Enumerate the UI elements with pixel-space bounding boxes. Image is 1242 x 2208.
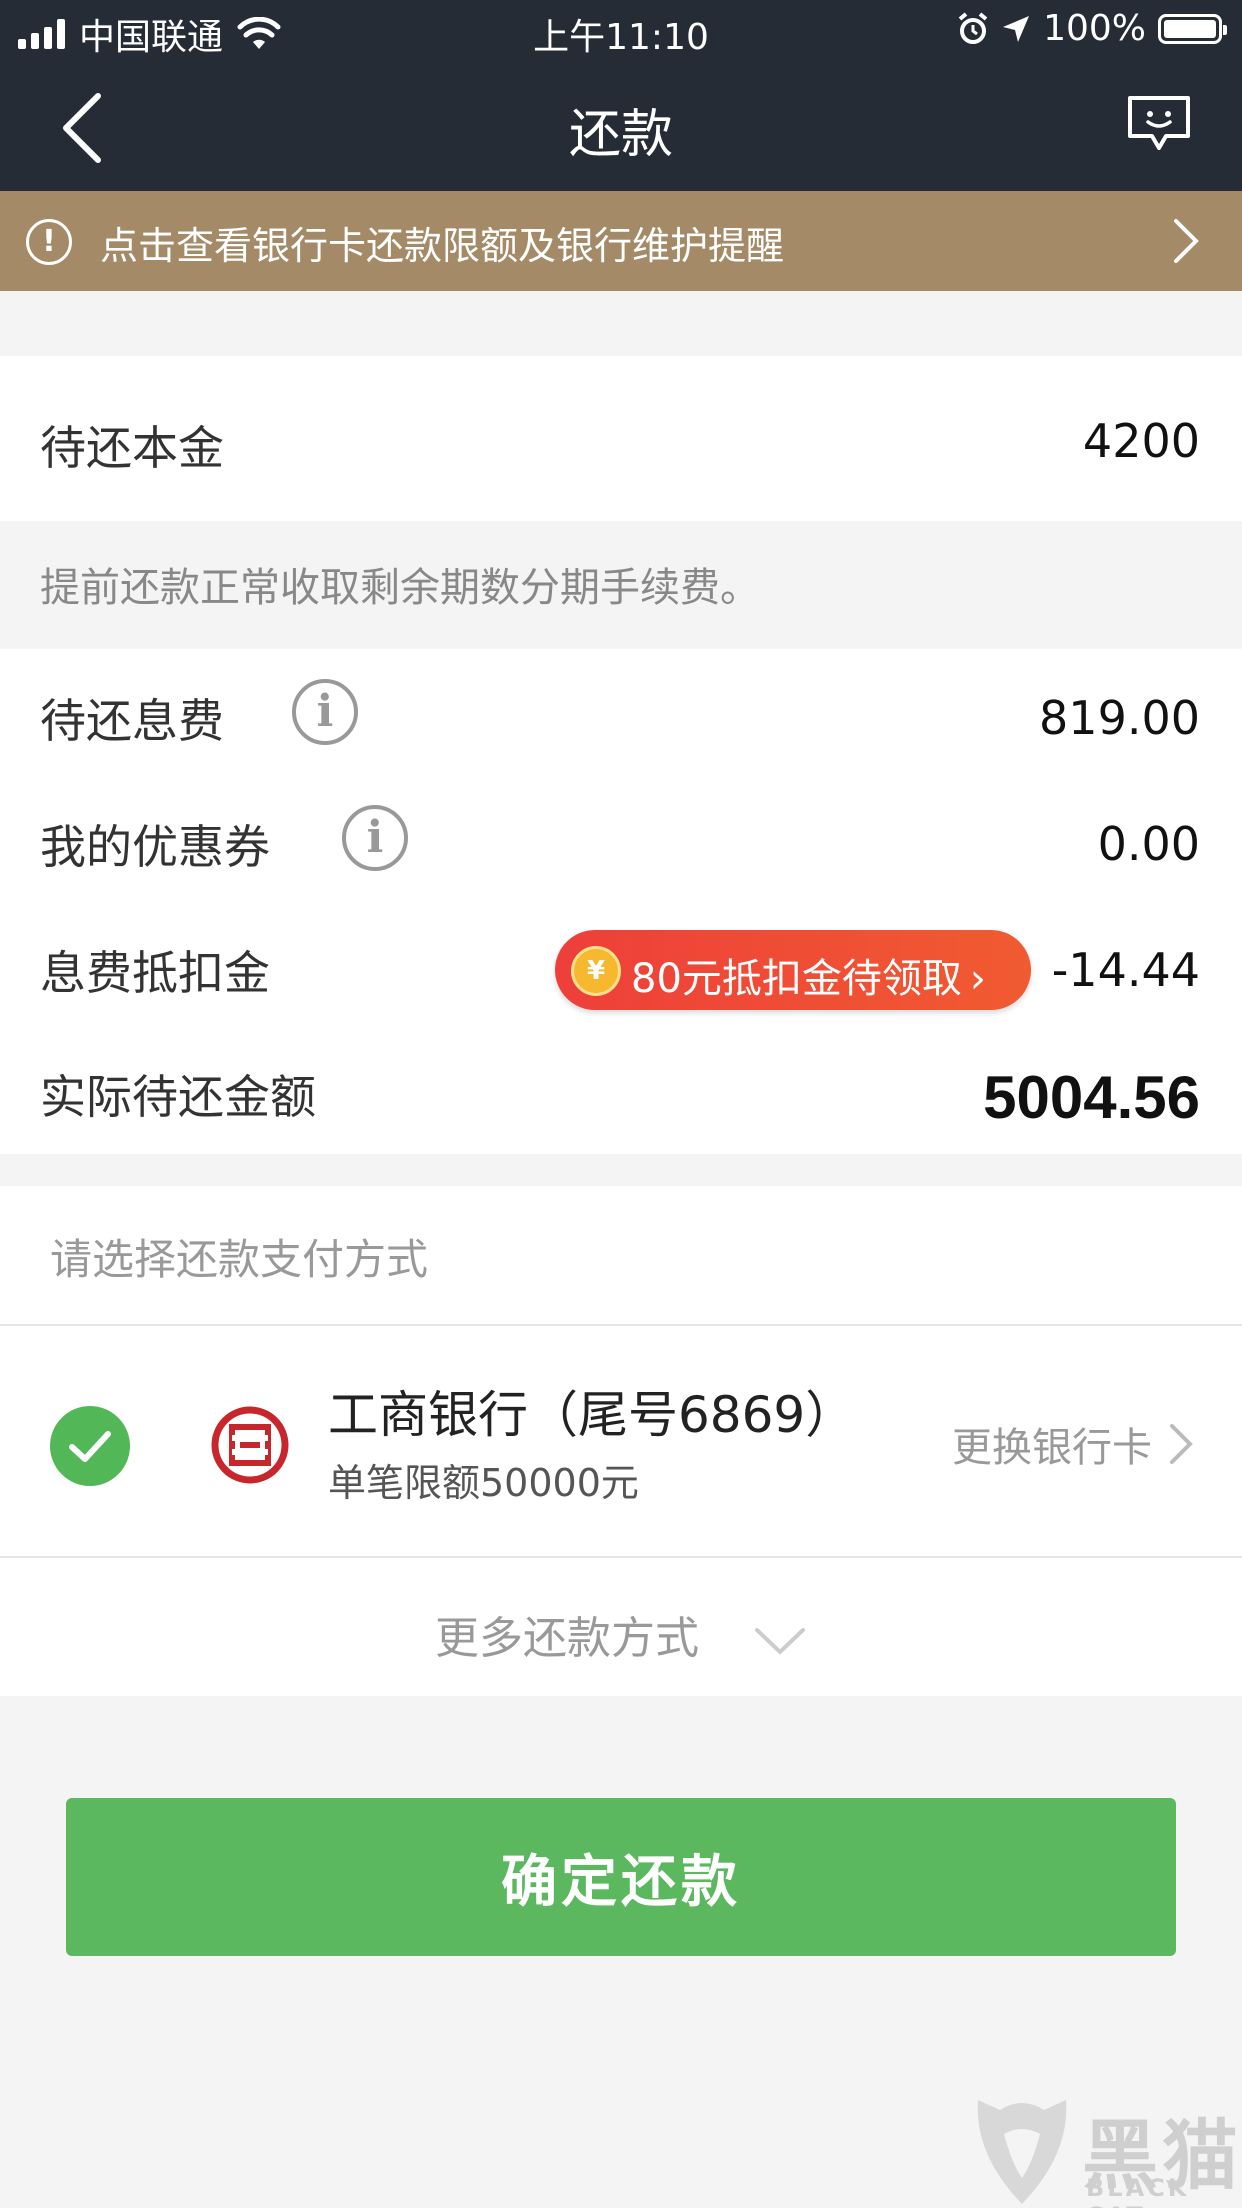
total-value: 5004.56	[983, 1064, 1200, 1131]
interest-label: 待还息费	[40, 694, 224, 748]
interest-value: 819.00	[1039, 691, 1200, 745]
claim-deduction-label: 80元抵扣金待领取	[631, 956, 962, 1002]
bank-name: 工商银行（尾号6869）	[328, 1386, 856, 1444]
change-card-label: 更换银行卡	[952, 1425, 1152, 1471]
status-right: 100%	[957, 8, 1227, 49]
exclamation-circle-icon: !	[26, 219, 72, 265]
coupon-info-icon[interactable]: i	[342, 805, 408, 871]
alarm-icon	[958, 11, 988, 44]
principal-value: 4200	[1082, 414, 1200, 468]
claim-deduction-button[interactable]: ¥ 80元抵扣金待领取 ›	[555, 930, 1031, 1010]
prepayment-note-text: 提前还款正常收取剩余期数分期手续费。	[40, 565, 760, 611]
chevron-right-icon	[1174, 219, 1199, 263]
chat-bubble-icon[interactable]	[1126, 94, 1192, 154]
claim-deduction-text: 80元抵扣金待领取 ›	[631, 946, 986, 1004]
watermark-en: BLACK CAT	[1086, 2174, 1190, 2208]
coupon-value: 0.00	[1097, 817, 1200, 871]
deduction-label: 息费抵扣金	[40, 946, 270, 1000]
payment-method-title: 请选择还款支付方式	[50, 1235, 429, 1284]
principal-card: 待还本金 4200	[0, 356, 1242, 521]
battery-fill	[1164, 19, 1216, 38]
black-cat-watermark: 黑猫 BLACK CAT	[970, 2094, 1242, 2208]
notice-bar[interactable]: ! 点击查看银行卡还款限额及银行维护提醒	[0, 191, 1242, 291]
status-bar: 中国联通 上午11:10 100%	[0, 0, 1242, 60]
page-title: 还款	[568, 105, 673, 165]
black-cat-shield-icon	[977, 2100, 1067, 2204]
more-methods-label: 更多还款方式	[435, 1613, 699, 1664]
selected-check-icon[interactable]	[50, 1406, 130, 1486]
total-label: 实际待还金额	[40, 1070, 316, 1124]
notice-text: 点击查看银行卡还款限额及银行维护提醒	[100, 224, 785, 268]
chevron-right-icon: ›	[969, 956, 986, 1002]
header: 中国联通 上午11:10 100% 还款	[0, 0, 1242, 191]
battery-icon	[1158, 13, 1227, 44]
coupon-label: 我的优惠券	[40, 820, 270, 874]
bank-limit: 单笔限额50000元	[328, 1461, 639, 1505]
deduction-value: -14.44	[1051, 943, 1200, 997]
prepayment-note: 提前还款正常收取剩余期数分期手续费。	[0, 521, 1242, 649]
chevron-right-icon	[1170, 1424, 1193, 1464]
more-methods-button[interactable]: 更多还款方式	[0, 1602, 1242, 1666]
location-arrow-icon	[1003, 15, 1030, 42]
battery-percent: 100%	[1043, 8, 1146, 49]
confirm-repayment-button[interactable]: 确定还款	[66, 1798, 1176, 1956]
divider	[0, 1556, 1242, 1558]
change-card-button[interactable]: 更换银行卡	[952, 1415, 1194, 1473]
divider	[0, 1324, 1242, 1326]
icbc-logo-icon	[211, 1406, 289, 1484]
interest-info-icon[interactable]: i	[292, 679, 358, 745]
principal-label: 待还本金	[40, 421, 224, 475]
fee-details-card: 待还息费 i 819.00 我的优惠券 i 0.00 息费抵扣金 -14.44 …	[0, 649, 1242, 1154]
chevron-down-icon	[755, 1628, 805, 1655]
coin-icon: ¥	[571, 946, 621, 996]
